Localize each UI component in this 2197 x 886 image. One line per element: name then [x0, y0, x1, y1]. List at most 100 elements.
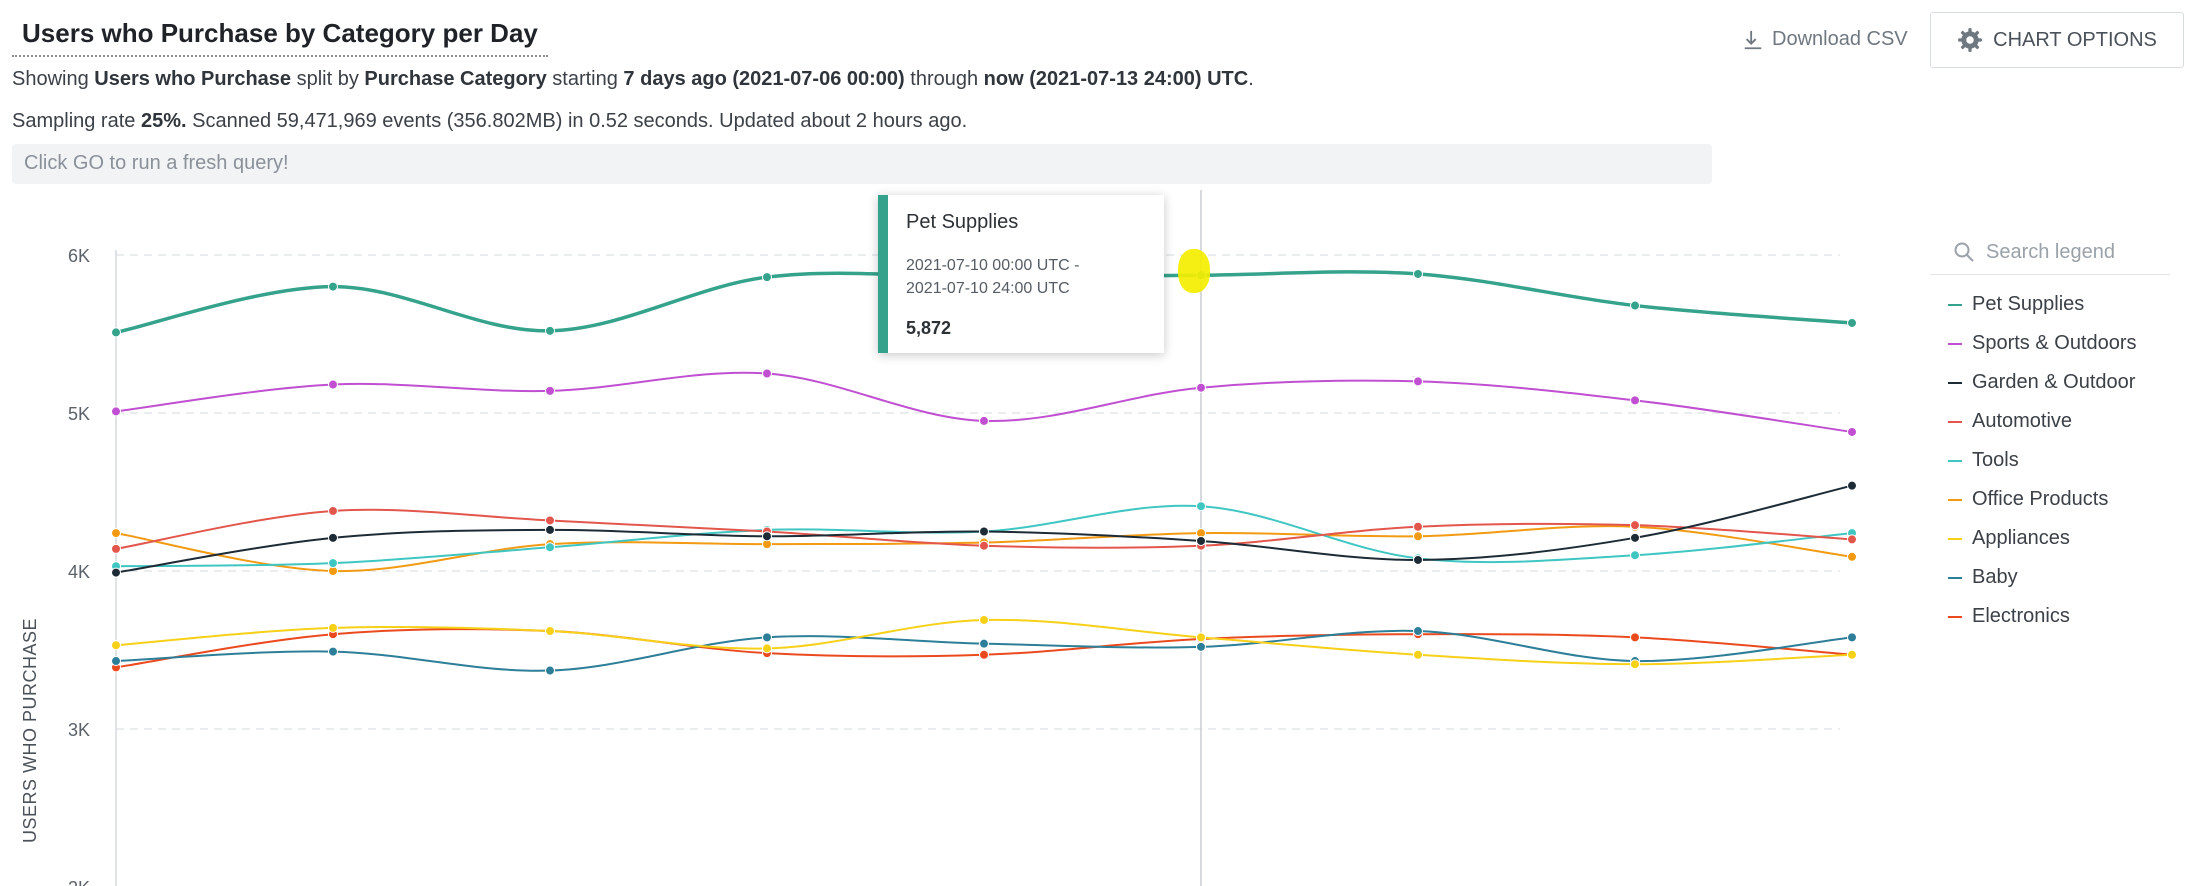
data-point-automotive [1630, 520, 1640, 531]
legend-swatch [1948, 498, 1962, 501]
legend-swatch [1948, 342, 1962, 345]
data-point-automotive [328, 505, 338, 516]
chart-options-label: CHART OPTIONS [1993, 28, 2157, 51]
legend-swatch [1948, 303, 1962, 306]
sampling-info: Sampling rate 25%. Scanned 59,471,969 ev… [12, 110, 968, 132]
page-title: Users who Purchase by Category per Day [12, 10, 548, 57]
legend-item-automotive[interactable]: Automotive [1930, 402, 2170, 441]
data-point-sports-and-outdoors [545, 385, 555, 396]
data-point-pet-supplies [762, 272, 772, 283]
data-point-automotive [545, 515, 555, 526]
legend-label: Sports & Outdoors [1972, 332, 2137, 354]
data-point-baby [762, 632, 772, 643]
legend-item-electronics[interactable]: Electronics [1930, 597, 2170, 636]
data-point-pet-supplies [328, 281, 338, 292]
y-tick-label: 6K [68, 246, 90, 266]
data-point-appliances [1196, 632, 1206, 643]
data-point-garden-and-outdoor [328, 532, 338, 543]
legend-item-baby[interactable]: Baby [1930, 558, 2170, 597]
tooltip-value: 5,872 [906, 318, 952, 338]
data-point-appliances [328, 622, 338, 633]
data-point-garden-and-outdoor [111, 567, 121, 578]
legend-item-garden-and-outdoor[interactable]: Garden & Outdoor [1930, 363, 2170, 402]
data-point-appliances [1413, 649, 1423, 660]
query-summary: Showing Users who Purchase split by Purc… [12, 68, 1254, 90]
legend-item-sports-and-outdoors[interactable]: Sports & Outdoors [1930, 324, 2170, 363]
legend-label: Baby [1972, 566, 2018, 588]
data-point-office-products [111, 528, 121, 539]
fresh-query-hint: Click GO to run a fresh query! [12, 144, 1712, 184]
legend-swatch [1948, 420, 1962, 423]
legend-search-input[interactable]: Search legend [1930, 240, 2170, 275]
data-point-garden-and-outdoor [1847, 480, 1857, 491]
data-point-tools [545, 542, 555, 553]
data-point-sports-and-outdoors [328, 379, 338, 390]
data-point-automotive [1413, 521, 1423, 532]
data-point-baby [979, 638, 989, 649]
data-point-pet-supplies [1413, 268, 1423, 279]
data-point-appliances [111, 640, 121, 651]
download-icon [1744, 30, 1762, 49]
legend-swatch [1948, 381, 1962, 384]
end-time: now (2021-07-13 24:00) UTC [983, 68, 1249, 90]
legend-item-appliances[interactable]: Appliances [1930, 519, 2170, 558]
legend-label: Electronics [1972, 605, 2070, 627]
legend-swatch [1948, 576, 1962, 579]
sampling-rate: 25%. [140, 110, 187, 132]
data-point-garden-and-outdoor [1413, 554, 1423, 565]
data-point-automotive [111, 543, 121, 554]
data-point-sports-and-outdoors [1630, 395, 1640, 406]
data-point-office-products [1847, 551, 1857, 562]
chart-options-button[interactable]: CHART OPTIONS [1930, 12, 2184, 68]
data-point-sports-and-outdoors [979, 415, 989, 426]
data-point-baby [328, 646, 338, 657]
data-point-appliances [545, 626, 555, 637]
data-point-pet-supplies [111, 327, 121, 338]
hover-highlight-marker [1178, 249, 1210, 293]
data-point-pet-supplies [1847, 317, 1857, 328]
data-point-sports-and-outdoors [762, 368, 772, 379]
data-point-sports-and-outdoors [111, 406, 121, 417]
data-point-electronics [1630, 632, 1640, 643]
data-point-baby [545, 665, 555, 676]
data-point-automotive [1847, 534, 1857, 545]
tooltip-range: 2021-07-10 00:00 UTC - 2021-07-10 24:00 … [906, 257, 1080, 297]
y-tick-label: 5K [68, 404, 90, 424]
tooltip-series: Pet Supplies [906, 211, 1019, 233]
y-tick-label: 3K [68, 720, 90, 740]
data-point-pet-supplies [545, 325, 555, 336]
legend-label: Tools [1972, 449, 2019, 471]
start-time: 7 days ago (2021-07-06 00:00) [623, 68, 905, 90]
legend-item-tools[interactable]: Tools [1930, 441, 2170, 480]
data-point-garden-and-outdoor [762, 531, 772, 542]
data-point-appliances [979, 614, 989, 625]
legend-item-pet-supplies[interactable]: Pet Supplies [1930, 285, 2170, 324]
dimension-name: Purchase Category [364, 68, 547, 90]
legend-label: Pet Supplies [1972, 293, 2085, 315]
y-tick-label: 2K [68, 878, 90, 886]
data-point-baby [111, 656, 121, 667]
legend-search-placeholder: Search legend [1986, 240, 2115, 263]
gear-icon [1958, 28, 1983, 52]
legend-item-office-products[interactable]: Office Products [1930, 480, 2170, 519]
data-point-garden-and-outdoor [1196, 535, 1206, 546]
download-csv-label: Download CSV [1772, 28, 1908, 50]
legend-label: Appliances [1972, 527, 2070, 549]
data-point-sports-and-outdoors [1413, 376, 1423, 387]
data-point-office-products [1413, 531, 1423, 542]
data-point-pet-supplies [1630, 300, 1640, 311]
data-point-sports-and-outdoors [1196, 382, 1206, 393]
y-axis-label: USERS WHO PURCHASE [20, 617, 40, 843]
data-point-automotive [979, 540, 989, 551]
legend-swatch [1948, 459, 1962, 462]
data-point-appliances [1630, 659, 1640, 670]
data-point-sports-and-outdoors [1847, 426, 1857, 437]
data-point-appliances [762, 643, 772, 654]
data-point-baby [1413, 626, 1423, 637]
legend-label: Garden & Outdoor [1972, 371, 2136, 393]
data-point-electronics [979, 649, 989, 660]
download-csv-button[interactable]: Download CSV [1742, 28, 1908, 51]
metric-name: Users who Purchase [94, 68, 292, 90]
data-point-baby [1847, 632, 1857, 643]
data-point-tools [328, 558, 338, 569]
